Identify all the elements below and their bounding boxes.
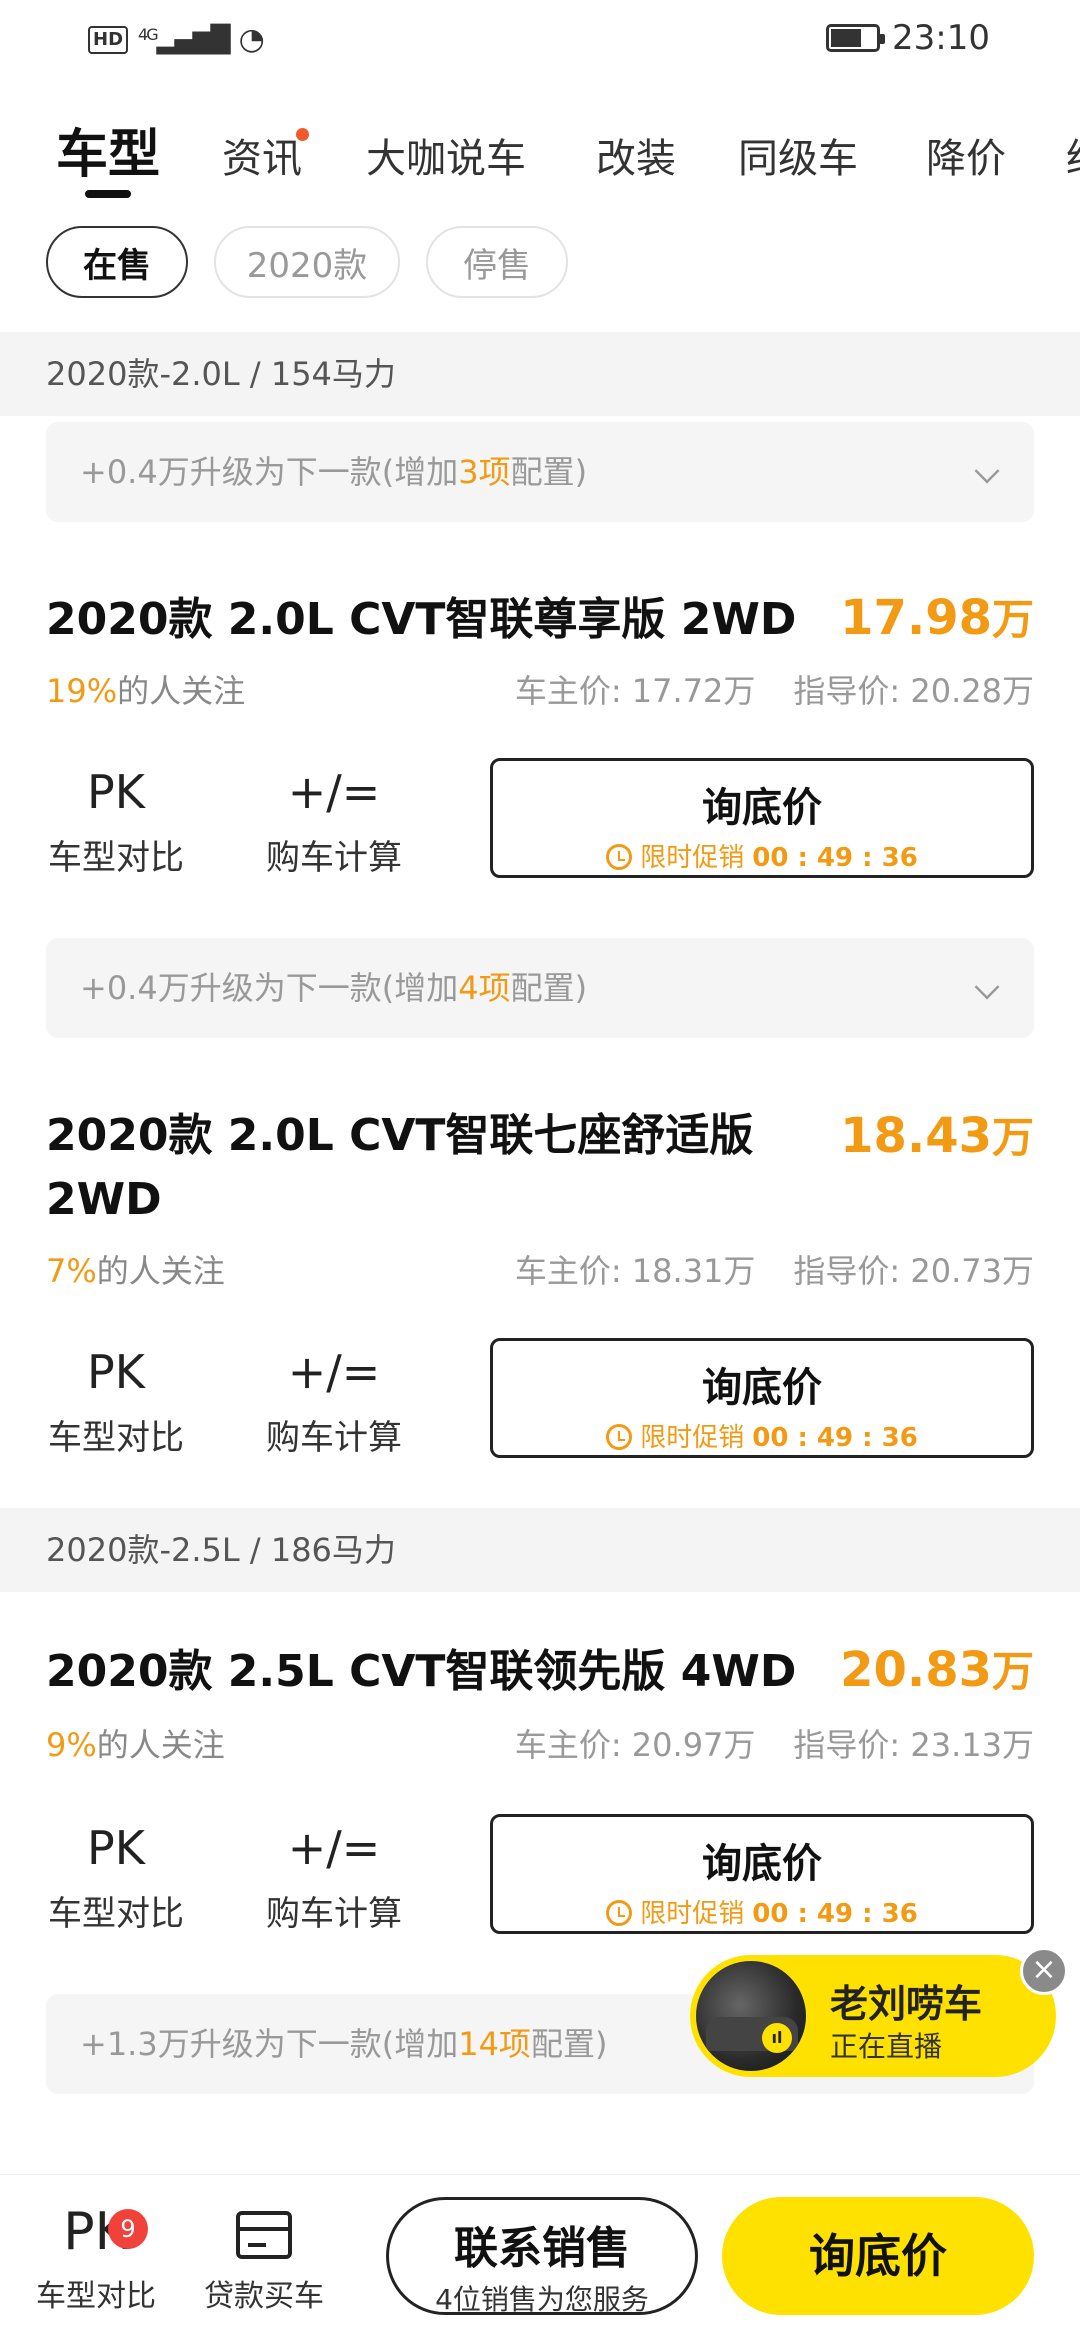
chevron-down-icon [974,458,1000,484]
attention-rate: 9%的人关注 [46,1726,225,1764]
status-left: HD 4G▂▄▆█ ◔ [88,22,265,57]
pk-icon: PK [87,765,145,819]
bottom-loan-label: 贷款买车 [204,2279,324,2314]
live-stream-badge[interactable]: ıl 老刘唠车 正在直播 [690,1955,1056,2077]
close-icon[interactable]: × [1020,1947,1068,1995]
compare-label: 车型对比 [48,1418,184,1458]
calc-tool[interactable]: +/= 购车计算 [254,1816,414,1935]
ask-price-label: 询底价 [702,785,822,831]
upgrade-count: 14项 [458,2025,531,2063]
tab-competitors[interactable]: 同级车 [738,126,858,184]
wifi-icon: ◔ [238,22,265,57]
card-title[interactable]: 2020款 2.0L CVT智联七座舒适版 2WD [46,1104,786,1232]
chevron-down-icon [974,974,1000,1000]
pk-icon: PK [87,1345,145,1399]
tab-underline [85,190,131,198]
reference-prices: 车主价: 17.72万 指导价: 20.28万 [514,672,1034,710]
ask-price-button[interactable]: 询底价 限时促销 00 : 49 : 36 [490,758,1034,878]
upgrade-prefix: +0.4万升级为下一款(增加 [80,453,459,491]
bottom-bar: PK 9 车型对比 贷款买车 联系销售 4位销售为您服务 询底价 [0,2174,1080,2340]
calc-label: 购车计算 [266,1894,402,1934]
live-host-name: 老刘唠车 [830,1982,983,2026]
calculator-icon: +/= [287,1345,381,1399]
card-price: 17.98万 [840,590,1034,646]
section-header: 2020款-2.0L / 154马力 [0,332,1080,416]
contact-sales-button[interactable]: 联系销售 4位销售为您服务 [386,2197,698,2316]
ask-price-main-button[interactable]: 询底价 [722,2197,1034,2315]
compare-count-badge: 9 [108,2209,148,2249]
tab-expert[interactable]: 大咖说车 [366,126,526,184]
filter-discontinued[interactable]: 停售 [426,226,568,298]
calc-label: 购车计算 [266,838,402,878]
bottom-compare[interactable]: PK 9 车型对比 [26,2199,166,2315]
calc-tool[interactable]: +/= 购车计算 [254,1340,414,1459]
calc-tool[interactable]: +/= 购车计算 [254,760,414,879]
ask-price-button[interactable]: 询底价 限时促销 00 : 49 : 36 [490,1814,1034,1934]
clock: 23:10 [892,18,990,58]
upgrade-suffix: 配置) [510,969,588,1007]
live-status: 正在直播 [830,2030,943,2063]
ask-price-button[interactable]: 询底价 限时促销 00 : 49 : 36 [490,1338,1034,1458]
signal-icon: 4G▂▄▆█ [138,24,231,55]
bottom-compare-label: 车型对比 [36,2279,156,2314]
alarm-clock-icon [606,844,633,870]
alarm-clock-icon [606,1900,633,1926]
ask-price-label: 询底价 [702,1365,822,1411]
reference-prices: 车主价: 18.31万 指导价: 20.73万 [514,1252,1034,1290]
pk-icon: PK [87,1821,145,1875]
compare-label: 车型对比 [48,1894,184,1934]
ask-price-label: 询底价 [702,1841,822,1887]
card-price: 20.83万 [840,1642,1034,1698]
promo-timer: 00 : 49 : 36 [752,843,918,873]
alarm-clock-icon [606,1424,633,1450]
promo-line: 限时促销 00 : 49 : 36 [493,1417,1031,1454]
tab-modify[interactable]: 改装 [596,126,676,184]
battery-icon [826,24,886,52]
promo-line: 限时促销 00 : 49 : 36 [493,837,1031,874]
filter-on-sale[interactable]: 在售 [46,226,188,298]
hd-icon: HD [88,25,129,54]
card-title[interactable]: 2020款 2.0L CVT智联尊享版 2WD [46,588,846,652]
contact-sales-sub: 4位销售为您服务 [435,2283,649,2316]
section-header: 2020款-2.5L / 186马力 [0,1508,1080,1592]
credit-card-icon [194,2199,334,2265]
upgrade-count: 3项 [458,453,511,491]
tab-price-drop[interactable]: 降价 [926,126,1006,184]
upgrade-suffix: 配置) [530,2025,608,2063]
tab-dealer[interactable]: 经 [1066,126,1080,184]
upgrade-bar[interactable]: +0.4万升级为下一款(增加3项配置) [46,422,1034,522]
attention-rate: 7%的人关注 [46,1252,225,1290]
promo-line: 限时促销 00 : 49 : 36 [493,1893,1031,1930]
upgrade-prefix: +1.3万升级为下一款(增加 [80,2025,459,2063]
live-audio-icon: ıl [762,2023,792,2053]
upgrade-bar[interactable]: +0.4万升级为下一款(增加4项配置) [46,938,1034,1038]
compare-label: 车型对比 [48,838,184,878]
card-title[interactable]: 2020款 2.5L CVT智联领先版 4WD [46,1640,846,1704]
calculator-icon: +/= [287,1821,381,1875]
tab-news-dot [296,128,309,141]
upgrade-suffix: 配置) [510,453,588,491]
upgrade-prefix: +0.4万升级为下一款(增加 [80,969,459,1007]
tab-models[interactable]: 车型 [56,112,160,187]
card-price: 18.43万 [840,1108,1034,1164]
status-right: 23:10 [826,18,990,58]
contact-sales-title: 联系销售 [454,2223,630,2274]
compare-tool[interactable]: PK 车型对比 [36,1816,196,1935]
live-avatar: ıl [696,1961,806,2071]
bottom-loan[interactable]: 贷款买车 [194,2199,334,2315]
filter-2020[interactable]: 2020款 [214,226,400,298]
tab-news[interactable]: 资讯 [222,126,302,184]
tab-bar: 车型 资讯 大咖说车 改装 同级车 降价 经 [0,100,1080,200]
compare-tool[interactable]: PK 车型对比 [36,760,196,879]
promo-timer: 00 : 49 : 36 [752,1423,918,1453]
upgrade-count: 4项 [458,969,511,1007]
compare-tool[interactable]: PK 车型对比 [36,1340,196,1459]
reference-prices: 车主价: 20.97万 指导价: 23.13万 [514,1726,1034,1764]
calc-label: 购车计算 [266,1418,402,1458]
calculator-icon: +/= [287,765,381,819]
status-bar: HD 4G▂▄▆█ ◔ 23:10 [0,0,1080,80]
promo-timer: 00 : 49 : 36 [752,1899,918,1929]
attention-rate: 19%的人关注 [46,672,246,710]
